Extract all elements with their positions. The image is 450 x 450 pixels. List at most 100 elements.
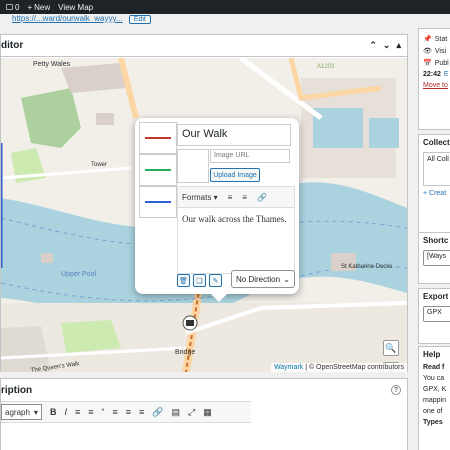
all-collections-tab[interactable]: All Coll [427,156,449,163]
shortcode-input[interactable]: [Ways [423,250,450,266]
new-item[interactable]: + New [27,3,50,12]
description-toolbar: Formats ▾ ≡ ≡ 🔗 [177,186,295,208]
fullscreen-icon[interactable]: ⤢ [188,407,195,418]
create-collection-link[interactable]: + Creat [423,190,446,197]
permalink-row: https://...ward/ourwalk_wayyy... Edit [0,14,410,30]
map-label-bridge: Bridge [175,349,195,356]
editor-panel-title: ditor [1,40,24,51]
kitchen-sink-icon[interactable]: ▦ [203,407,212,418]
formats-label: Formats [182,192,212,202]
color-swatch-red[interactable] [139,122,177,154]
trash-icon: 🗑 [179,277,188,285]
help-line: mappin [423,397,446,404]
right-sidebar: 📌 Stat 👁 Visi 📅 Publ 22:42 E Move to Collect… [416,14,450,450]
comment-bubble-icon [6,4,13,10]
paragraph-label: agraph [5,407,30,417]
help-icon[interactable]: ? [391,385,401,395]
shortcode-title: Shortc [423,236,449,245]
blockquote-icon[interactable]: “ [101,407,104,417]
export-format-select[interactable]: GPX [423,306,450,322]
view-map-item[interactable]: View Map [58,3,93,12]
create-collection-row: + Creat [419,188,450,199]
numbered-list-icon[interactable]: ≡ [88,407,93,417]
pencil-icon: ✎ [212,277,219,285]
image-thumbnail [177,149,209,183]
pin-icon: 📌 [423,36,432,43]
map-label-upper-pool: Upper Pool [61,271,96,278]
visibility-row: 👁 Visi [419,45,450,57]
direction-select[interactable]: No Direction ⌄ [231,270,295,288]
chevron-down-icon: ⌄ [283,274,290,284]
help-line: GPX, K [423,386,447,393]
numbered-list-icon[interactable]: ≡ [242,193,247,202]
overlay-description[interactable]: Our walk across the Thames. [177,208,295,274]
map-label-a1203: A1203 [317,64,335,70]
bold-icon[interactable]: B [50,407,57,417]
direction-value: No Direction [236,274,281,284]
visibility-label: Visi [434,47,447,55]
plus-icon: + [27,2,33,12]
map-label-petty-wales: Petty Wales [33,61,71,68]
description-panel-header: ription ? [1,379,407,401]
view-map-label: View Map [58,2,94,12]
eye-icon: 👁 [423,48,432,55]
search-icon: 🔍 [385,342,397,353]
map-label-docks: St Katharine Docks [341,264,392,270]
status-row: 📌 Stat [419,33,450,45]
bullet-list-icon[interactable]: ≡ [75,407,80,417]
help-box: Help Read f You ca GPX, K mappin one of … [418,346,450,450]
formats-dropdown[interactable]: Formats ▾ [182,193,218,202]
color-swatch-green[interactable] [139,154,177,186]
chevron-down-icon[interactable]: ⌄ [383,40,391,51]
published-label: Publ [434,59,449,67]
copy-icon: ❏ [196,277,203,285]
collections-title: Collect [423,138,450,147]
italic-icon[interactable]: I [64,407,67,417]
editor-panel: ditor ⌃ ⌄ ▴ Petty Wales Tower A1203 St K… [0,34,408,372]
more-icon[interactable]: ▤ [172,407,181,418]
published-row: 📅 Publ [419,57,450,69]
admin-bar: 0 + New View Map [0,0,450,14]
bullet-list-icon[interactable]: ≡ [228,193,233,202]
search-map-button[interactable]: 🔍 [383,340,399,356]
overlay-edit-popup: Our Walk Image URL Upload Image Formats … [135,118,299,302]
help-line: one of [423,408,443,415]
collapse-triangle-icon[interactable]: ▴ [396,40,401,51]
map-label-tower: Tower [91,162,107,168]
permalink-link[interactable]: https://...ward/ourwalk_wayyy... [12,14,123,23]
upload-image-button[interactable]: Upload Image [210,168,260,182]
new-label: New [34,2,51,12]
collections-list: All Coll [423,152,450,186]
export-title: Export [423,292,449,301]
status-label: Stat [434,35,448,43]
edit-button[interactable]: ✎ [209,274,222,287]
image-url-input[interactable]: Image URL [210,149,290,163]
delete-button[interactable]: 🗑 [177,274,190,287]
published-time: 22:42 [423,71,441,78]
comments-count: 0 [15,2,20,12]
align-left-icon[interactable]: ≡ [112,407,117,417]
description-editor-toolbar: agraph ▾ B I ≡ ≡ “ ≡ ≡ ≡ 🔗 ▤ ⤢ ▦ [1,401,251,423]
map-attribution: Waymark | © OpenStreetMap contributors [270,363,407,372]
waymark-link[interactable]: Waymark [274,364,303,371]
overlay-title-input[interactable]: Our Walk [177,124,291,146]
popup-actions: 🗑 ❏ ✎ [177,274,222,288]
popup-tip [211,294,227,302]
help-types-label: Types [423,419,443,426]
edit-date-link[interactable]: E [444,71,449,78]
description-panel: ription ? agraph ▾ B I ≡ ≡ “ ≡ ≡ ≡ 🔗 ▤ ⤢ … [0,378,408,450]
comments-item[interactable]: 0 [6,3,19,12]
permalink-edit-button[interactable]: Edit [128,15,151,24]
link-icon[interactable]: 🔗 [152,407,163,418]
link-icon[interactable]: 🔗 [257,193,267,202]
align-right-icon[interactable]: ≡ [139,407,144,417]
osm-attribution: | © OpenStreetMap contributors [305,364,404,371]
paragraph-select[interactable]: agraph ▾ [1,404,42,420]
chevron-up-icon[interactable]: ⌃ [369,40,377,51]
color-swatch-blue[interactable] [139,186,177,218]
editor-panel-header: ditor ⌃ ⌄ ▴ [1,35,407,57]
map-canvas[interactable]: Petty Wales Tower A1203 St Katharine Doc… [1,58,407,372]
move-to-trash-link[interactable]: Move to [419,80,450,91]
align-center-icon[interactable]: ≡ [126,407,131,417]
duplicate-button[interactable]: ❏ [193,274,206,287]
